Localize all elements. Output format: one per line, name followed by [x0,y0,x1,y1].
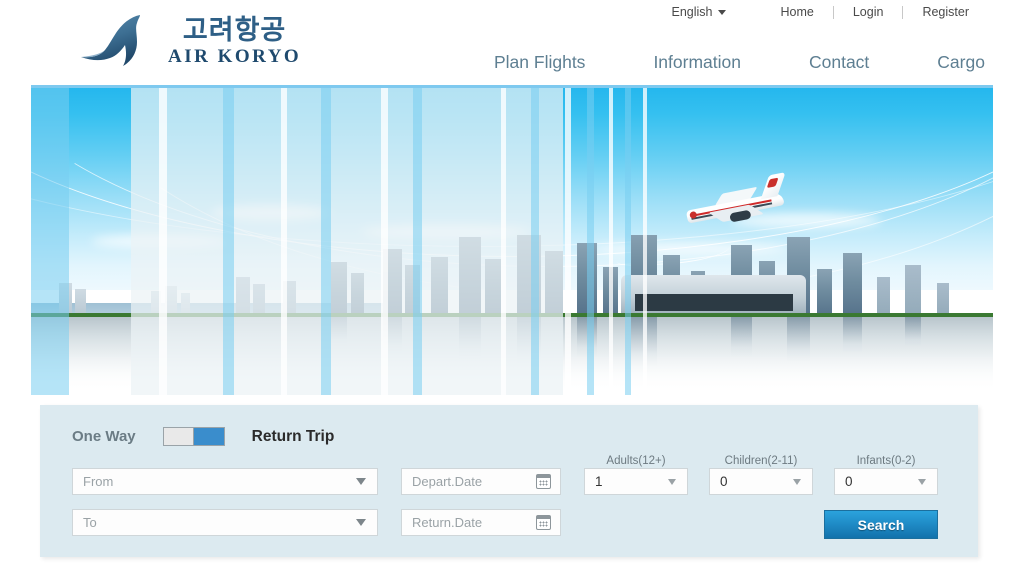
hero-banner [31,85,993,395]
children-label: Children(2-11) [724,455,798,467]
one-way-label[interactable]: One Way [72,428,136,445]
nav-item-plan-flights[interactable]: Plan Flights [460,52,619,73]
flight-search-panel: One Way Return Trip From To Depart.Date … [40,405,978,557]
crane-bird-icon [78,12,164,70]
main-navigation: Plan Flights Information Contact Cargo [460,52,985,73]
chevron-down-icon [356,519,366,526]
infants-select-value: 0 [845,474,853,489]
adults-label: Adults(12+) [606,455,666,467]
nav-item-information[interactable]: Information [619,52,775,73]
nav-link-login[interactable]: Login [834,5,903,19]
skyline [31,235,993,317]
trip-type-selector: One Way Return Trip [72,427,334,446]
nav-item-contact[interactable]: Contact [775,52,903,73]
chevron-down-icon [668,478,676,485]
chevron-down-icon [918,478,926,485]
nav-item-cargo[interactable]: Cargo [903,52,1019,73]
return-date-value: Return.Date [412,515,483,530]
calendar-icon[interactable] [536,474,551,489]
depart-date-input[interactable]: Depart.Date [401,468,561,495]
hero-top-accent-line [31,85,993,88]
toggle-off-half [163,428,194,445]
adults-select[interactable]: 1 [584,468,688,495]
children-select[interactable]: 0 [709,468,813,495]
to-select-value: To [83,515,97,530]
toggle-on-half [193,428,224,445]
children-select-value: 0 [720,474,728,489]
infants-select[interactable]: 0 [834,468,938,495]
logo-korean-text: 고려항공 [182,14,287,46]
infants-label: Infants(0-2) [856,455,916,467]
reflection [31,317,993,395]
logo-wordmark: 고려항공 AIR KORYO [168,17,301,66]
from-select[interactable]: From [72,468,378,495]
calendar-icon[interactable] [536,515,551,530]
return-trip-label[interactable]: Return Trip [252,428,335,446]
site-header: English Home Login Register 고려항공 AIR KOR… [0,0,1024,85]
adults-select-value: 1 [595,474,603,489]
chevron-down-icon [717,9,726,15]
chevron-down-icon [793,478,801,485]
trip-type-toggle[interactable] [162,427,225,446]
depart-date-value: Depart.Date [412,474,483,489]
language-label: English [671,5,713,19]
chevron-down-icon [356,478,366,485]
search-button[interactable]: Search [824,510,938,539]
language-selector[interactable]: English [672,5,726,19]
from-select-value: From [83,474,114,489]
nav-link-register[interactable]: Register [903,5,988,19]
return-date-input[interactable]: Return.Date [401,509,561,536]
air-koryo-logo[interactable]: 고려항공 AIR KORYO [78,10,323,72]
nav-link-home[interactable]: Home [762,5,833,19]
logo-english-text: AIR KORYO [168,45,302,67]
to-select[interactable]: To [72,509,378,536]
